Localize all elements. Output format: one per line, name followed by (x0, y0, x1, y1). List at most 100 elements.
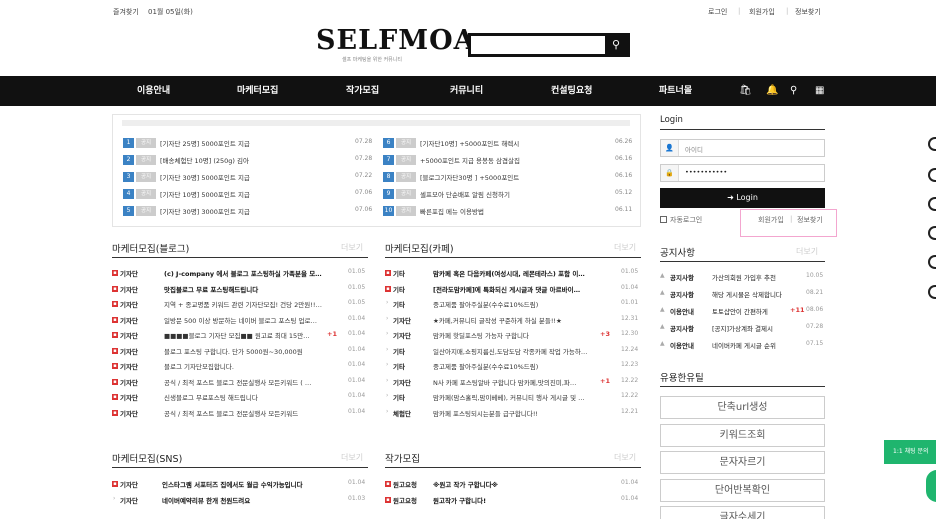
notice-board-date: 08.06 (806, 306, 824, 313)
cafe-more-link[interactable]: 더보기 (614, 242, 636, 253)
list-item[interactable]: ▪ 기자단 일방문 500 이상 방문하는 네이버 블로그 포스팅 업로… 01.04 (112, 315, 368, 326)
sns-section-title[interactable]: 마케터모집(SNS) (112, 451, 182, 465)
notice-item[interactable]: 7 공지 +5000포인트 지급 용봉동 삼겹살집 06.16 (383, 154, 635, 166)
notice-item[interactable]: 5 공지 [기자단 30명] 3000포인트 지급 07.06 (123, 205, 375, 217)
megaphone-icon: ▲ (660, 306, 665, 313)
notice-item[interactable]: 9 공지 셀프모아 단순배포 알림 신청하기 05.12 (383, 188, 635, 200)
list-date: 01.05 (621, 268, 639, 275)
list-item[interactable]: ▪ 기자단 (c) J-company 에서 블로그 포스팅하실 가족분을 모… 01… (112, 268, 368, 279)
find-info-link[interactable]: 정보찾기 (795, 7, 821, 17)
writer-more-link[interactable]: 더보기 (614, 452, 636, 463)
list-category: 기자단 (393, 332, 411, 340)
list-item[interactable]: ▪ 기자단 지역 + 종교명품 키워드 관련 기자단모집! 건당 2만원!!… 01.… (112, 299, 368, 310)
notice-board-item[interactable]: ▲ 이용안내 네이버카페 게시글 순위 07.15 (660, 340, 825, 351)
nav-item-marketer[interactable]: 마케터모집 (237, 76, 278, 106)
date-text: 01월 05일(화) (148, 8, 193, 16)
notice-item[interactable]: 3 공지 [기자단 30명] 5000포인트 지급 07.22 (123, 171, 375, 183)
login-link[interactable]: 로그인 (708, 7, 727, 17)
chat-bubble-icon[interactable] (926, 470, 936, 502)
nav-item-community[interactable]: 커뮤니티 (450, 76, 483, 106)
notice-item[interactable]: 1 공지 [기자단 25명] 5000포인트 지급 07.28 (123, 137, 375, 149)
blog-section-title[interactable]: 마케터모집(블로그) (112, 241, 189, 255)
list-item[interactable]: ▪ 기자단 공식 / 최적 포스트 블로그 전문실행사 모든키워드 01.04 (112, 408, 368, 419)
nav-item-guide[interactable]: 이용안내 (137, 76, 170, 106)
list-item[interactable]: ▪ 기자단 블로그 기자단모집합니다. 01.04 (112, 361, 368, 372)
notice-text: [기자단 30명] 3000포인트 지급 (160, 208, 250, 216)
utility-button[interactable]: 단축url생성 (660, 396, 825, 419)
list-item[interactable]: › 기타 맘카페(맘스홀릭,맘이베베), 커뮤니티 행사 게시글 및 … 12.22 (385, 392, 641, 403)
notice-text: +5000포인트 지급 용봉동 삼겹살집 (420, 157, 520, 165)
sns-more-link[interactable]: 더보기 (341, 452, 363, 463)
nav-item-partner[interactable]: 파트너몰 (659, 76, 692, 106)
user-icon: 👤 (661, 140, 679, 156)
list-item[interactable]: ▪ 기자단 인스타그램 서포터즈 집에서도 월급 수익가능입니다 01.04 (112, 479, 368, 490)
notice-board-item[interactable]: ▲ 공지사항 [공지]가상계좌 결제시 07.28 (660, 323, 825, 334)
blog-more-link[interactable]: 더보기 (341, 242, 363, 253)
cafe-section-title[interactable]: 마케터모집(카페) (385, 241, 454, 255)
id-placeholder: 아이디 (685, 146, 703, 154)
utility-button[interactable]: 키워드조회 (660, 423, 825, 447)
list-item[interactable]: ▪ 기자단 신생블로그 무료포스팅 해드립니다 01.04 (112, 392, 368, 403)
list-item[interactable]: ▪ 기타 맘카페 혹은 다음카페(여성시대, 레몬테라스) 포함 이… 01.05 (385, 268, 641, 279)
list-item[interactable]: ▪ 기타 [전라도맘카페]에 특화되신 게시글과 댓글 아르바이… 01.04 (385, 284, 641, 295)
list-item[interactable]: ▪ 원고요청 원고작가 구합니다! 01.04 (385, 495, 641, 506)
divider (660, 261, 825, 262)
id-input[interactable]: 👤 아이디 (660, 139, 825, 157)
nav-item-writer[interactable]: 작가모집 (346, 76, 379, 106)
chat-button[interactable]: 1:1 채팅 문의 (884, 440, 936, 464)
list-item[interactable]: › 체험단 맘카페 포스팅되시는분들 급구합니다!! 12.21 (385, 408, 641, 419)
search-input[interactable]: ⚲ (468, 33, 630, 57)
grid-menu-icon[interactable]: ▦ (815, 76, 824, 106)
bell-icon[interactable]: 🔔 (766, 76, 778, 106)
notice-number-badge: 9 (383, 189, 394, 199)
list-item[interactable]: ▪ 기자단 맛집블로그 무료 포스팅해드립니다 01.05 (112, 284, 368, 295)
notice-board-item[interactable]: ▲ 공지사항 가산의회원 가입후 추천 10.05 (660, 272, 825, 283)
notice-item[interactable]: 2 공지 [배송체험단 10명] (250g) 김아 07.28 (123, 154, 375, 166)
search-icon[interactable]: ⚲ (790, 76, 797, 106)
list-item[interactable]: › 기자단 네이버예약리뷰 한개 천원드려요 01.03 (112, 495, 368, 506)
notice-tag: 공지 (396, 138, 416, 148)
list-item[interactable]: ▪ 기자단 ■■■■블로그 기자단 모집■■ 원고료 최대 15만… +1 01.04 (112, 330, 368, 341)
notice-board-item[interactable]: ▲ 이용안내 토토샵안이 간편하게 +11 08.06 (660, 306, 825, 317)
notice-item[interactable]: 4 공지 [기자단 10명] 5000포인트 지급 07.06 (123, 188, 375, 200)
notice-number-badge: 7 (383, 155, 394, 165)
list-category: 기타 (393, 285, 405, 294)
join-link[interactable]: 회원가입 (749, 7, 775, 17)
list-item[interactable]: › 기타 중고제품 팔아주실분(수수료10%드림) 12.23 (385, 361, 641, 372)
notice-item[interactable]: 6 공지 [기자단10명] +5000포인트 해렉시 06.26 (383, 137, 635, 149)
site-logo[interactable]: SELFMOA (316, 25, 476, 56)
list-item[interactable]: › 기타 중고제품 팔아주실분(수수료10%드림) 01.01 (385, 299, 641, 310)
notice-date: 06.11 (615, 206, 633, 213)
notice-text: [기자단 10명] 5000포인트 지급 (160, 191, 250, 199)
notice-board-title[interactable]: 공지사항 (660, 245, 695, 259)
notice-board-item[interactable]: ▲ 공지사항 해당 게시물은 삭제합니다 08.21 (660, 289, 825, 300)
bag-icon[interactable]: 🛍 (739, 76, 752, 106)
login-button[interactable]: ➜ Login (660, 188, 825, 208)
notice-item[interactable]: 10 공지 빠른포집 메뉴 이용방법 06.11 (383, 205, 635, 217)
auto-login-checkbox[interactable] (660, 216, 667, 223)
list-item[interactable]: ▪ 원고요청 ※원고 작가 구합니다※ 01.04 (385, 479, 641, 490)
divider (112, 257, 368, 258)
notice-more-link[interactable]: 더보기 (796, 246, 818, 257)
writer-section-title[interactable]: 작가모집 (385, 451, 420, 465)
bookmark-link[interactable]: 즐겨찾기 (113, 7, 139, 17)
list-category: 기자단 (120, 316, 138, 325)
notice-tag: 공지 (396, 189, 416, 199)
password-input[interactable]: 🔒 ••••••••••• (660, 164, 825, 182)
main-nav: 이용안내 마케터모집 작가모집 커뮤니티 컨설팅요청 파트너몰 🛍 🔔 ⚲ ▦ (0, 76, 936, 106)
list-item[interactable]: › 기자단 맘카페 핫딜포스팅 가능자 구합니다 +3 12.30 (385, 330, 641, 341)
utility-button[interactable]: 글자수세기 (660, 506, 825, 519)
list-item[interactable]: › 기자단 ★카페,커뮤니티 글작성 꾸준하게 하실 분들!!★ 12.31 (385, 315, 641, 326)
list-category: 기자단 (120, 301, 138, 309)
list-item[interactable]: ▪ 기자단 블로그 포스팅 구합니다. 단가 5000원~30,000원 01.04 (112, 346, 368, 357)
notice-item[interactable]: 8 공지 [블로그기자단30명 ] +5000포인트 06.16 (383, 171, 635, 183)
search-button[interactable]: ⚲ (605, 36, 627, 54)
notice-text: [배송체험단 10명] (250g) 김아 (160, 157, 249, 165)
nav-item-consulting[interactable]: 컨설팅요청 (551, 76, 592, 106)
auto-login-label[interactable]: 자동로그인 (670, 215, 702, 225)
utility-button[interactable]: 단어반복확인 (660, 478, 825, 502)
list-item[interactable]: › 기타 일산아지매,쇼핑지름신,도담도담 각종카페 작업 가능하… 12.24 (385, 346, 641, 357)
list-item[interactable]: › 기자단 N사 카페 포스팅알바 구합니다 맘카페,맛의진미,파… +1 12.22 (385, 377, 641, 388)
list-item[interactable]: ▪ 기자단 공식 / 최적 포스트 블로그 전문실행사 모든키워드 ( … 01.04 (112, 377, 368, 388)
utility-button[interactable]: 문자자르기 (660, 451, 825, 474)
